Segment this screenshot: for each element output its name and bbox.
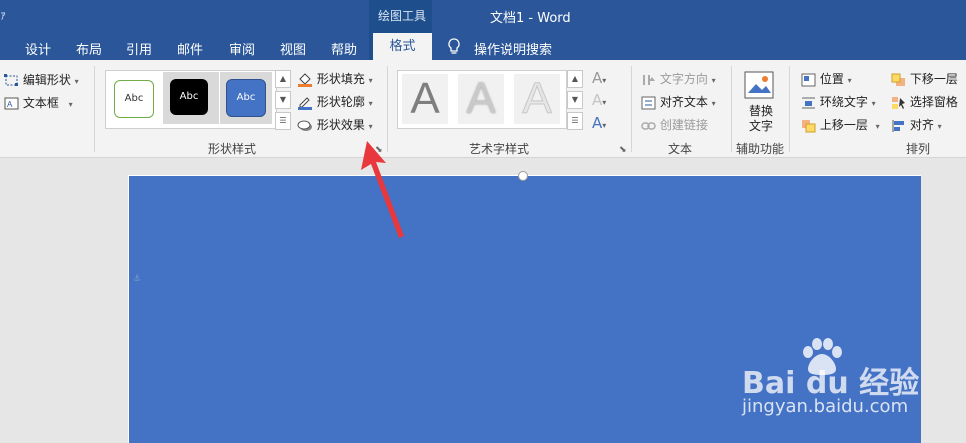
watermark-url: jingyan.baidu.com xyxy=(742,396,909,417)
